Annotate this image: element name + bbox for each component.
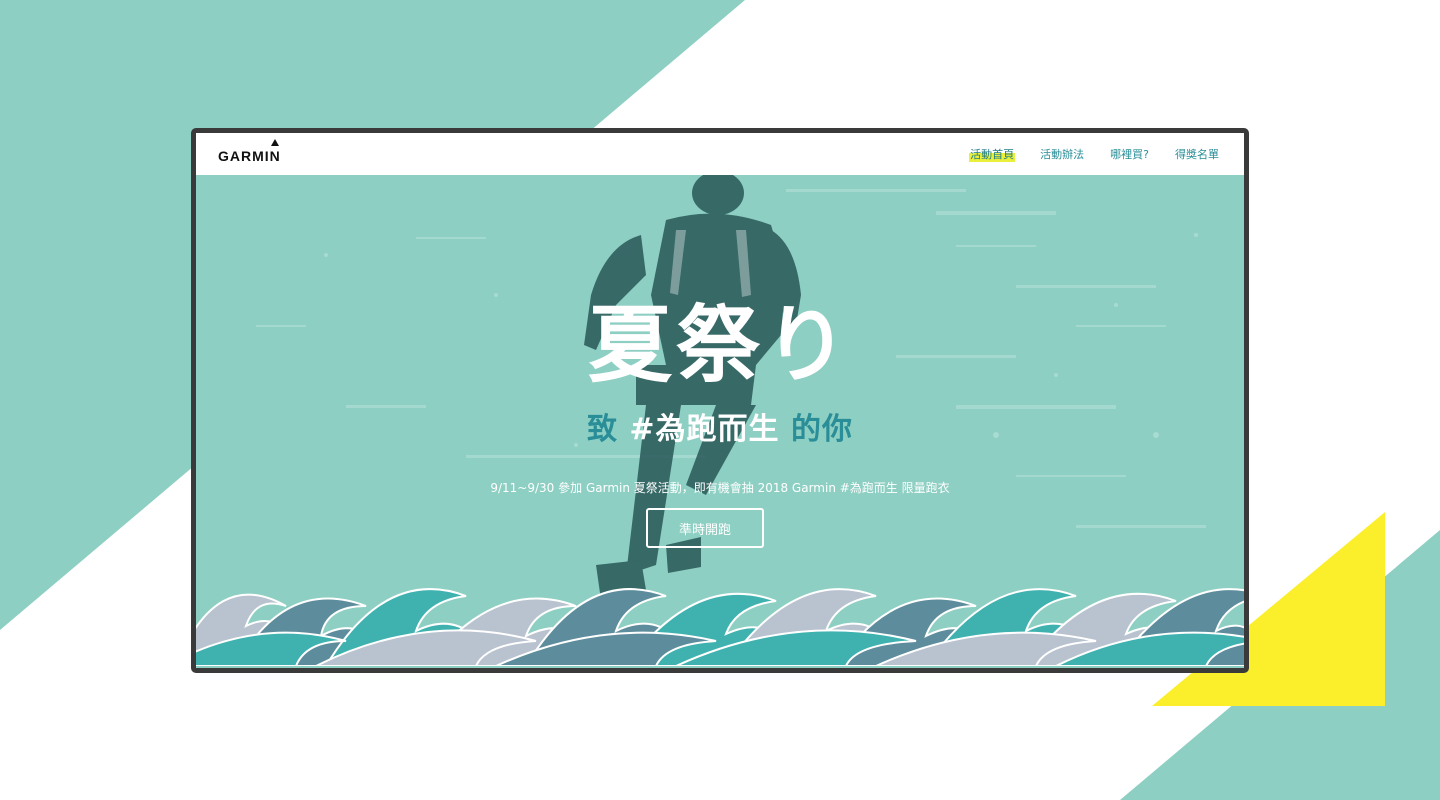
logo-text: GARMIN xyxy=(218,148,281,164)
hero-section: 夏祭り 致 #為跑而生 的你 9/11~9/30 參加 Garmin 夏祭活動，… xyxy=(196,175,1244,666)
hero-description: 9/11~9/30 參加 Garmin 夏祭活動，即有機會抽 2018 Garm… xyxy=(490,481,950,495)
hero-title: 夏祭り xyxy=(587,296,852,394)
browser-frame: GARMIN 活動首頁 活動辦法 哪裡買? 得獎名單 夏祭り 致 #為跑而生 的… xyxy=(191,128,1249,673)
subtitle-prefix: 致 xyxy=(586,412,630,447)
nav-item-where-to-buy[interactable]: 哪裡買? xyxy=(1109,146,1150,162)
top-navbar: GARMIN 活動首頁 活動辦法 哪裡買? 得獎名單 xyxy=(196,133,1244,175)
website-screen: GARMIN 活動首頁 活動辦法 哪裡買? 得獎名單 夏祭り 致 #為跑而生 的… xyxy=(196,133,1244,668)
start-run-button[interactable]: 準時開跑 xyxy=(646,508,764,548)
subtitle-suffix: 的你 xyxy=(779,412,854,447)
nav-item-winners[interactable]: 得獎名單 xyxy=(1174,146,1220,162)
nav-item-home[interactable]: 活動首頁 xyxy=(969,146,1016,162)
garmin-logo[interactable]: GARMIN xyxy=(218,139,281,164)
hero-subtitle: 致 #為跑而生 的你 xyxy=(196,415,1244,445)
nav-item-rules[interactable]: 活動辦法 xyxy=(1039,146,1085,162)
wave-pattern xyxy=(196,588,1244,666)
subtitle-hashtag: #為跑而生 xyxy=(629,412,780,447)
main-nav: 活動首頁 活動辦法 哪裡買? 得獎名單 xyxy=(969,146,1220,162)
triangle-icon xyxy=(271,139,279,146)
